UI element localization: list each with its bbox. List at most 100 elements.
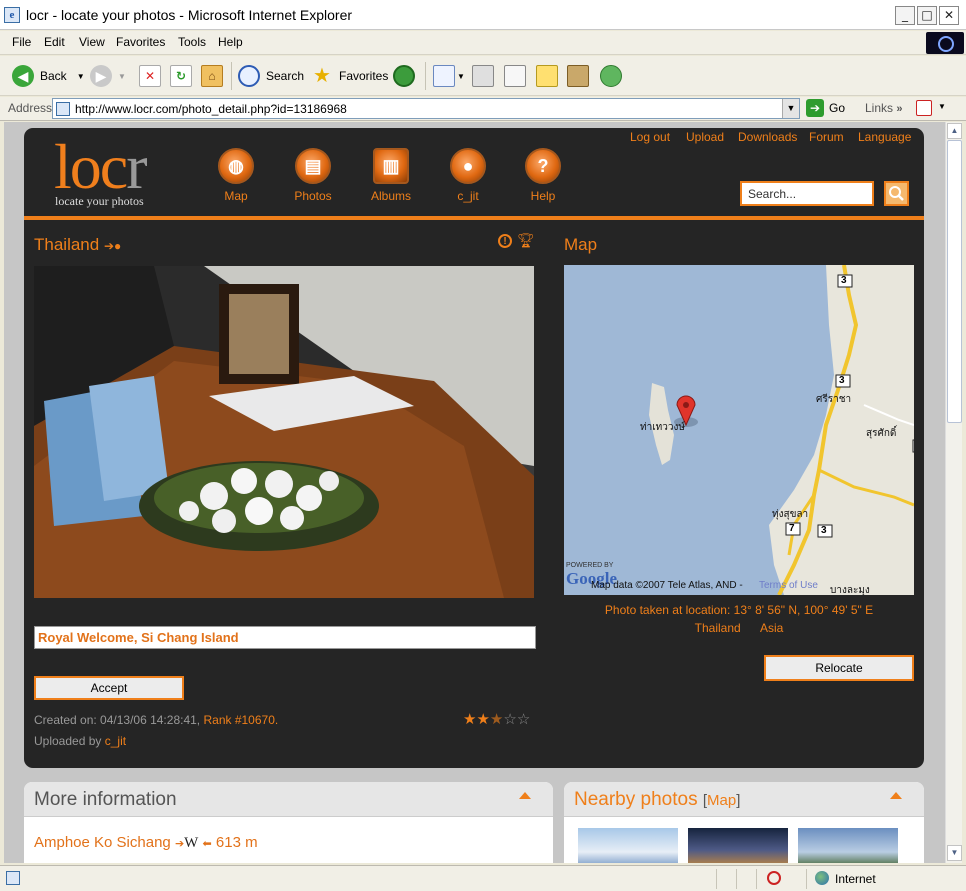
back-dropdown-icon[interactable]: ▼: [77, 72, 85, 81]
map-label-town1: ศรีราชา: [816, 394, 852, 405]
rating-star-icon[interactable]: ★: [490, 711, 503, 728]
status-bar: Internet: [0, 865, 966, 891]
star-icon: ★: [313, 65, 331, 87]
menu-file[interactable]: File: [12, 35, 31, 49]
rating-star-icon[interactable]: ☆: [503, 711, 516, 728]
powered-by-text: POWERED BY: [566, 562, 614, 569]
logout-link[interactable]: Log out: [630, 130, 670, 144]
favorites-button[interactable]: ★ Favorites: [311, 64, 388, 88]
refresh-button[interactable]: ↻: [170, 64, 198, 88]
menu-tools[interactable]: Tools: [178, 35, 206, 49]
site-search-input[interactable]: Search...: [740, 181, 874, 206]
country-link[interactable]: Thailand: [695, 621, 741, 635]
search-button[interactable]: Search: [238, 64, 304, 88]
photo-image[interactable]: [34, 266, 534, 598]
wikipedia-icon[interactable]: W: [184, 835, 198, 851]
nav-photos[interactable]: ▤ Photos: [281, 148, 345, 203]
report-icon[interactable]: !: [498, 234, 512, 248]
relocate-button[interactable]: Relocate: [764, 655, 914, 681]
collapse-icon[interactable]: [519, 792, 531, 799]
nav-profile-label: c_jit: [457, 189, 479, 203]
stop-button[interactable]: ✕: [139, 64, 167, 88]
pdf-dropdown-icon[interactable]: ▼: [938, 102, 946, 111]
arrow-right-icon: ➔: [174, 838, 185, 850]
back-button[interactable]: ◀ Back ▼: [12, 64, 85, 88]
mail-dropdown-icon[interactable]: ▼: [457, 72, 465, 81]
discuss-button[interactable]: [536, 64, 564, 88]
menu-favorites[interactable]: Favorites: [116, 35, 165, 49]
nearby-thumbnail[interactable]: [688, 828, 788, 863]
menu-view[interactable]: View: [79, 35, 105, 49]
mail-button[interactable]: ▼: [433, 64, 465, 88]
maximize-button[interactable]: □: [917, 6, 937, 25]
forward-button[interactable]: ▶ ▼: [90, 64, 126, 88]
go-button[interactable]: ➔ Go: [806, 99, 845, 117]
photo-icon: ▤: [295, 148, 331, 184]
rating-stars[interactable]: ★★★☆☆: [463, 710, 530, 728]
status-segment: [716, 869, 736, 889]
rating-star-icon[interactable]: ★: [476, 711, 489, 728]
nearby-thumbnail[interactable]: [578, 828, 678, 863]
research-button[interactable]: [567, 64, 595, 88]
nearby-thumbnail[interactable]: [798, 828, 898, 863]
map-label-town3: ทุ่งสุขลา: [772, 509, 809, 520]
rank-suffix: .: [274, 713, 279, 727]
trophy-icon[interactable]: 🏆︎: [517, 232, 535, 249]
internet-globe-icon: [815, 871, 829, 885]
scroll-down-icon[interactable]: ▼: [947, 845, 962, 861]
vertical-scrollbar[interactable]: ▲ ▼: [945, 122, 962, 863]
close-button[interactable]: ✕: [939, 6, 959, 25]
address-url[interactable]: http://www.locr.com/photo_detail.php?id=…: [75, 102, 347, 116]
map-title: Map: [564, 235, 598, 254]
blocked-icon[interactable]: [767, 871, 781, 885]
nav-albums-label: Albums: [370, 189, 411, 203]
menu-edit[interactable]: Edit: [44, 35, 65, 49]
map-label-town2: สุรศักดิ์: [866, 428, 897, 439]
print-button[interactable]: [472, 64, 500, 88]
minimize-button[interactable]: _: [895, 6, 915, 25]
place-link[interactable]: Amphoe Ko Sichang: [34, 834, 171, 851]
downloads-link[interactable]: Downloads: [738, 130, 797, 144]
caption-field[interactable]: Royal Welcome, Si Chang Island: [34, 626, 536, 649]
menu-help[interactable]: Help: [218, 35, 243, 49]
zone-label: Internet: [835, 872, 876, 886]
pdf-icon[interactable]: [916, 100, 932, 116]
nav-albums[interactable]: ▥ Albums: [359, 148, 423, 203]
edit-button[interactable]: [504, 64, 532, 88]
logo-tagline: locate your photos: [55, 194, 144, 208]
collapse-icon[interactable]: [890, 792, 902, 799]
nav-map[interactable]: ◍ Map: [204, 148, 268, 203]
continent-link[interactable]: Asia: [760, 621, 783, 635]
site-search-button[interactable]: [884, 181, 909, 206]
rating-star-icon[interactable]: ★: [463, 711, 476, 728]
upload-link[interactable]: Upload: [686, 130, 724, 144]
links-label[interactable]: Links »: [865, 101, 902, 115]
messenger-button[interactable]: [600, 64, 628, 88]
forum-link[interactable]: Forum: [809, 130, 844, 144]
scroll-up-icon[interactable]: ▲: [947, 123, 962, 139]
history-icon: [393, 65, 415, 87]
locr-logo[interactable]: locr: [54, 130, 148, 204]
forward-dropdown-icon[interactable]: ▼: [118, 72, 126, 81]
rating-star-icon[interactable]: ☆: [517, 711, 530, 728]
nav-profile[interactable]: ● c_jit: [436, 148, 500, 203]
nav-help-label: Help: [530, 189, 556, 203]
favorites-label: Favorites: [339, 69, 389, 83]
terms-link[interactable]: Terms of Use: [759, 580, 818, 591]
zone-segment: Internet: [806, 869, 966, 889]
history-button[interactable]: [393, 64, 421, 88]
language-link[interactable]: Language: [858, 130, 911, 144]
accept-button[interactable]: Accept: [34, 676, 184, 700]
address-input[interactable]: http://www.locr.com/photo_detail.php?id=…: [52, 98, 800, 119]
home-button[interactable]: ⌂: [201, 64, 229, 88]
rank-link[interactable]: Rank #10670: [203, 713, 274, 727]
scroll-thumb[interactable]: [947, 140, 962, 423]
print-icon: [472, 65, 494, 87]
nav-help[interactable]: ? Help: [511, 148, 575, 203]
nearby-map-link[interactable]: Map: [707, 792, 736, 809]
more-info-title: More information: [34, 789, 177, 810]
address-dropdown-icon[interactable]: ▼: [782, 99, 799, 118]
uploader-link[interactable]: c_jit: [105, 734, 126, 748]
locate-arrow-icon[interactable]: ➔●: [104, 239, 121, 253]
location-map[interactable]: 3 3 3 7 ท่าเทววงษ์ ศรีราชา สุรศักดิ์ ทุ่…: [564, 265, 914, 595]
